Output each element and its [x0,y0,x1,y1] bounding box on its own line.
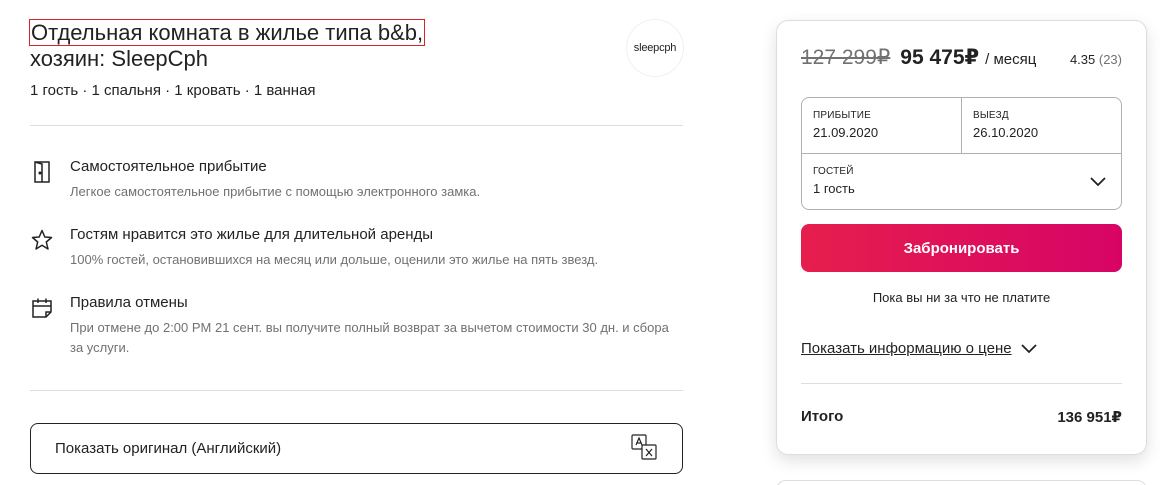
guests-value: 1 гость [813,181,855,196]
feature-self-checkin: Самостоятельное прибытие Легкое самостоя… [30,158,683,202]
star-icon [30,226,70,270]
calendar-icon [30,294,70,358]
guests-field[interactable]: Гостей 1 гость [802,154,1121,208]
listing-summary: 1 гость · 1 спальня · 1 кровать · 1 ванн… [30,82,316,99]
feature-title: Гостям нравится это жилье для длительной… [70,226,434,243]
show-original-label: Показать оригинал (Английский) [55,440,282,457]
guests-label: Гостей [813,166,854,177]
chevron-down-icon [1020,344,1037,354]
price-info-label: Показать информацию о цене [801,339,1012,357]
rating-value: 4.35 [1069,52,1096,67]
secondary-card [776,480,1147,485]
price-period: / месяц [985,51,1037,68]
booking-card: 127 299₽ 95 475₽ / месяц 4.35 (23) Прибы… [776,20,1147,455]
total-row: Итого 136 951₽ [801,408,1122,426]
current-price: 95 475₽ [900,46,980,69]
checkin-value: 21.09.2020 [813,125,879,140]
checkin-field[interactable]: Прибытие 21.09.2020 [802,98,961,153]
reservation-picker: Прибытие 21.09.2020 Выезд 26.10.2020 Гос… [801,97,1122,210]
show-original-button[interactable]: Показать оригинал (Английский) [30,423,683,474]
listing-title: Отдельная комната в жилье типа b&b, хозя… [28,19,590,72]
total-value: 136 951₽ [1057,409,1122,426]
review-count: (23) [1098,52,1122,67]
divider [30,125,683,126]
feature-long-stay: Гостям нравится это жилье для длительной… [30,226,683,270]
checkout-value: 26.10.2020 [973,125,1039,140]
listing-title-line2: хозяин: SleepCph [30,46,209,71]
divider [801,383,1122,384]
door-icon [30,158,70,202]
listing-details: Отдельная комната в жилье типа b&b, хозя… [28,19,683,474]
translate-icon [630,433,658,465]
checkin-label: Прибытие [813,110,872,121]
listing-title-line1: Отдельная комната в жилье типа b&b, [28,19,426,46]
host-avatar[interactable]: sleepcph [627,20,683,76]
feature-title: Правила отмены [70,294,188,311]
reserve-button[interactable]: Забронировать [801,224,1122,272]
feature-title: Самостоятельное прибытие [70,158,267,175]
feature-cancellation: Правила отмены При отмене до 2:00 PM 21 … [30,294,683,358]
feature-desc: При отмене до 2:00 PM 21 сент. вы получи… [70,320,669,355]
checkout-field[interactable]: Выезд 26.10.2020 [961,98,1121,153]
feature-desc: 100% гостей, остановившихся на месяц или… [70,252,599,267]
rating[interactable]: 4.35 (23) [1070,52,1122,67]
price-row: 127 299₽ 95 475₽ / месяц 4.35 (23) [801,45,1122,77]
no-charge-note: Пока вы ни за что не платите [872,290,1051,305]
checkout-label: Выезд [973,110,1009,121]
divider [30,390,683,391]
host-logo-text: sleepcph [633,42,677,54]
price-info-link[interactable]: Показать информацию о цене [801,339,1122,357]
chevron-down-icon [1090,177,1106,187]
old-price: 127 299₽ [801,46,891,69]
total-label: Итого [801,408,844,425]
feature-desc: Легкое самостоятельное прибытие с помощь… [70,184,481,199]
title-row: Отдельная комната в жилье типа b&b, хозя… [28,19,683,76]
